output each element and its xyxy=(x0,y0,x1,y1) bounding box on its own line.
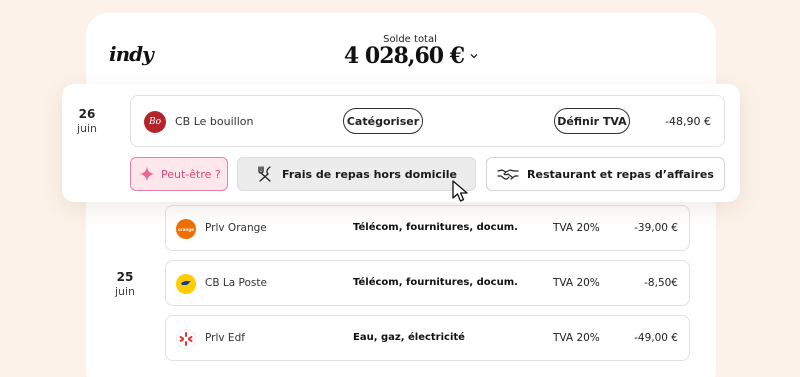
fork-knife-icon xyxy=(258,166,271,182)
sparkle-icon xyxy=(139,166,155,182)
define-tva-button[interactable]: Définir TVA xyxy=(554,108,630,134)
date-month: juin xyxy=(76,122,98,135)
orange-logo-icon: orange xyxy=(176,219,196,239)
tva-label: TVA 20% xyxy=(553,332,600,344)
tva-label: TVA 20% xyxy=(553,277,600,289)
category-label: Télécom, fournitures, docum. xyxy=(353,277,518,288)
amount: -8,50€ xyxy=(644,277,678,289)
bo-logo-icon: Bo xyxy=(144,111,166,133)
bo-logo-text: Bo xyxy=(148,117,162,127)
tva-label: TVA 20% xyxy=(553,222,600,234)
transaction-row[interactable]: Prlv Edf Eau, gaz, électricité TVA 20% -… xyxy=(165,315,690,361)
chevron-down-icon xyxy=(470,54,478,59)
orange-logo-text: orange xyxy=(178,226,194,232)
suggestion-label: Restaurant et repas d’affaires xyxy=(527,167,714,181)
suggestion-meal-expenses[interactable]: Frais de repas hors domicile xyxy=(237,157,476,191)
focused-transaction-row[interactable]: Bo CB Le bouillon -48,90 € xyxy=(130,95,725,147)
balance-dropdown[interactable]: 4 028,60 € xyxy=(336,43,486,69)
transaction-row[interactable]: CB La Poste Télécom, fournitures, docum.… xyxy=(165,260,690,306)
handshake-icon xyxy=(497,169,519,180)
date-group-25: 25 juin xyxy=(105,270,145,298)
merchant-name: Prlv Orange xyxy=(205,222,267,234)
category-label: Télécom, fournitures, docum. xyxy=(353,222,518,233)
amount: -49,00 € xyxy=(634,332,678,344)
amount: -48,90 € xyxy=(665,115,711,128)
date-group-26: 26 juin xyxy=(67,107,107,135)
maybe-suggestion-chip[interactable]: Peut-être ? xyxy=(130,157,228,191)
amount: -39,00 € xyxy=(634,222,678,234)
mouse-cursor-icon xyxy=(452,180,468,202)
indy-logo: indy xyxy=(109,42,154,66)
suggestion-label: Frais de repas hors domicile xyxy=(282,167,457,181)
date-day: 26 xyxy=(78,107,96,121)
transaction-row[interactable]: orange Prlv Orange Télécom, fournitures,… xyxy=(165,205,690,251)
balance-value: 4 028,60 € xyxy=(343,43,465,69)
date-month: juin xyxy=(114,285,136,298)
categorize-button[interactable]: Catégoriser xyxy=(343,108,423,134)
edf-logo-icon xyxy=(176,329,196,349)
suggestion-business-meals[interactable]: Restaurant et repas d’affaires xyxy=(486,157,725,191)
merchant-name: Prlv Edf xyxy=(205,332,245,344)
merchant-name: CB La Poste xyxy=(205,277,267,289)
category-label: Eau, gaz, électricité xyxy=(353,332,465,343)
la-poste-logo-icon xyxy=(176,274,196,294)
maybe-label: Peut-être ? xyxy=(161,167,221,181)
date-day: 25 xyxy=(116,270,134,284)
merchant-name: CB Le bouillon xyxy=(175,115,254,128)
